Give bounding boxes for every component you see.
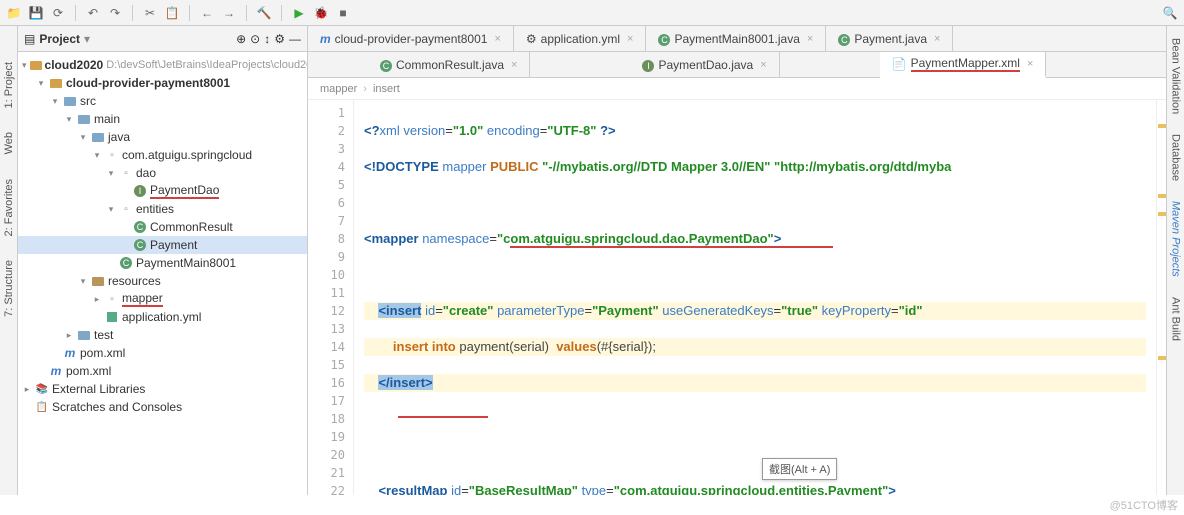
back-icon[interactable]: ← xyxy=(199,5,215,21)
tab-payment[interactable]: Payment.java× xyxy=(826,26,953,51)
error-stripe[interactable] xyxy=(1156,100,1166,495)
tree-src[interactable]: src xyxy=(80,94,96,108)
tree-pom2[interactable]: pom.xml xyxy=(66,364,111,378)
search-icon[interactable]: 🔍 xyxy=(1162,5,1178,21)
tab-beanvalidation[interactable]: Bean Validation xyxy=(1168,32,1184,120)
tab-paymentdao[interactable]: PaymentDao.java× xyxy=(630,52,779,77)
debug-icon[interactable]: 🐞 xyxy=(313,5,329,21)
gear-icon[interactable]: ⚙ xyxy=(274,32,285,46)
tree-pkg[interactable]: com.atguigu.springcloud xyxy=(122,148,252,162)
watermark: @51CTO博客 xyxy=(1110,497,1178,513)
tab-structure[interactable]: 7: Structure xyxy=(1,254,17,323)
code-content[interactable]: <?xml version="1.0" encoding="UTF-8" ?> … xyxy=(354,100,1156,495)
panel-header: ▤ Project ▾ ⊕ ⊙ ↕ ⚙ — xyxy=(18,26,307,52)
tab-antbuild[interactable]: Ant Build xyxy=(1168,291,1184,347)
tab-database[interactable]: Database xyxy=(1168,128,1184,187)
target-icon[interactable]: ⊙ xyxy=(250,32,260,46)
tab-favorites[interactable]: 2: Favorites xyxy=(1,173,17,242)
tree-extlib[interactable]: External Libraries xyxy=(52,382,145,396)
crumb-mapper[interactable]: mapper xyxy=(320,83,357,95)
screenshot-tooltip: 截图(Alt + A) xyxy=(762,458,837,480)
dropdown-icon[interactable]: ▾ xyxy=(84,32,90,46)
project-panel: ▤ Project ▾ ⊕ ⊙ ↕ ⚙ — ▾cloud2020D:\devSo… xyxy=(18,26,308,495)
tab-paymentmapper[interactable]: 📄PaymentMapper.xml× xyxy=(880,52,1047,78)
sync-icon[interactable]: ⟳ xyxy=(50,5,66,21)
undo-icon[interactable]: ↶ xyxy=(85,5,101,21)
tree-scratches[interactable]: Scratches and Consoles xyxy=(52,400,182,414)
tree-paymentmain[interactable]: PaymentMain8001 xyxy=(136,256,236,270)
collapse-icon[interactable]: ⊕ xyxy=(236,32,246,46)
left-tool-strip: 1: Project Web 2: Favorites 7: Structure xyxy=(0,26,18,495)
line-gutter: 12345678910111213141516171819202122 xyxy=(308,100,354,495)
tree-appyml[interactable]: application.yml xyxy=(122,310,201,324)
right-tool-strip: Bean Validation Database Maven Projects … xyxy=(1166,26,1184,495)
tree-dao[interactable]: dao xyxy=(136,166,156,180)
save-icon[interactable]: 💾 xyxy=(28,5,44,21)
redo-icon[interactable]: ↷ xyxy=(107,5,123,21)
tree-root-path: D:\devSoft\JetBrains\IdeaProjects\cloud2… xyxy=(106,59,307,71)
hide-icon[interactable]: — xyxy=(289,32,301,46)
tree-commonresult[interactable]: CommonResult xyxy=(150,220,233,234)
editor-tabs-sub: CommonResult.java× PaymentDao.java× 📄Pay… xyxy=(308,52,1166,78)
run-icon[interactable]: ▶ xyxy=(291,5,307,21)
tree-entities[interactable]: entities xyxy=(136,202,174,216)
tree-resources[interactable]: resources xyxy=(108,274,161,288)
editor-area: cloud-provider-payment8001× ⚙application… xyxy=(308,26,1166,495)
tree-mapper[interactable]: mapper xyxy=(122,291,163,307)
tab-commonresult[interactable]: CommonResult.java× xyxy=(368,52,530,77)
build-icon[interactable]: 🔨 xyxy=(256,5,272,21)
tree-module[interactable]: cloud-provider-payment8001 xyxy=(66,76,230,90)
breadcrumb: mapper›insert xyxy=(308,78,1166,100)
project-tree[interactable]: ▾cloud2020D:\devSoft\JetBrains\IdeaProje… xyxy=(18,52,307,495)
tab-appyml[interactable]: ⚙application.yml× xyxy=(514,26,647,51)
tab-maven[interactable]: Maven Projects xyxy=(1168,195,1184,283)
tree-root[interactable]: cloud2020 xyxy=(45,58,104,72)
forward-icon[interactable]: → xyxy=(221,5,237,21)
tree-java[interactable]: java xyxy=(108,130,130,144)
tree-test[interactable]: test xyxy=(94,328,113,342)
tab-module[interactable]: cloud-provider-payment8001× xyxy=(308,26,514,51)
panel-icon: ▤ xyxy=(24,32,35,46)
tree-paymentdao[interactable]: PaymentDao xyxy=(150,183,219,199)
tab-web[interactable]: Web xyxy=(1,126,17,160)
tree-pom1[interactable]: pom.xml xyxy=(80,346,125,360)
cut-icon[interactable]: ✂ xyxy=(142,5,158,21)
copy-icon[interactable]: 📋 xyxy=(164,5,180,21)
tab-paymentmain[interactable]: PaymentMain8001.java× xyxy=(646,26,826,51)
sort-icon[interactable]: ↕ xyxy=(264,32,270,46)
tree-payment[interactable]: Payment xyxy=(150,238,197,252)
tree-main[interactable]: main xyxy=(94,112,120,126)
tab-project[interactable]: 1: Project xyxy=(1,56,17,114)
stop-icon[interactable]: ■ xyxy=(335,5,351,21)
crumb-insert[interactable]: insert xyxy=(373,83,400,95)
editor-tabs-top: cloud-provider-payment8001× ⚙application… xyxy=(308,26,1166,52)
panel-title: Project xyxy=(39,32,80,46)
main-toolbar: 📁 💾 ⟳ ↶ ↷ ✂ 📋 ← → 🔨 ▶ 🐞 ■ 🔍 xyxy=(0,0,1184,26)
open-icon[interactable]: 📁 xyxy=(6,5,22,21)
